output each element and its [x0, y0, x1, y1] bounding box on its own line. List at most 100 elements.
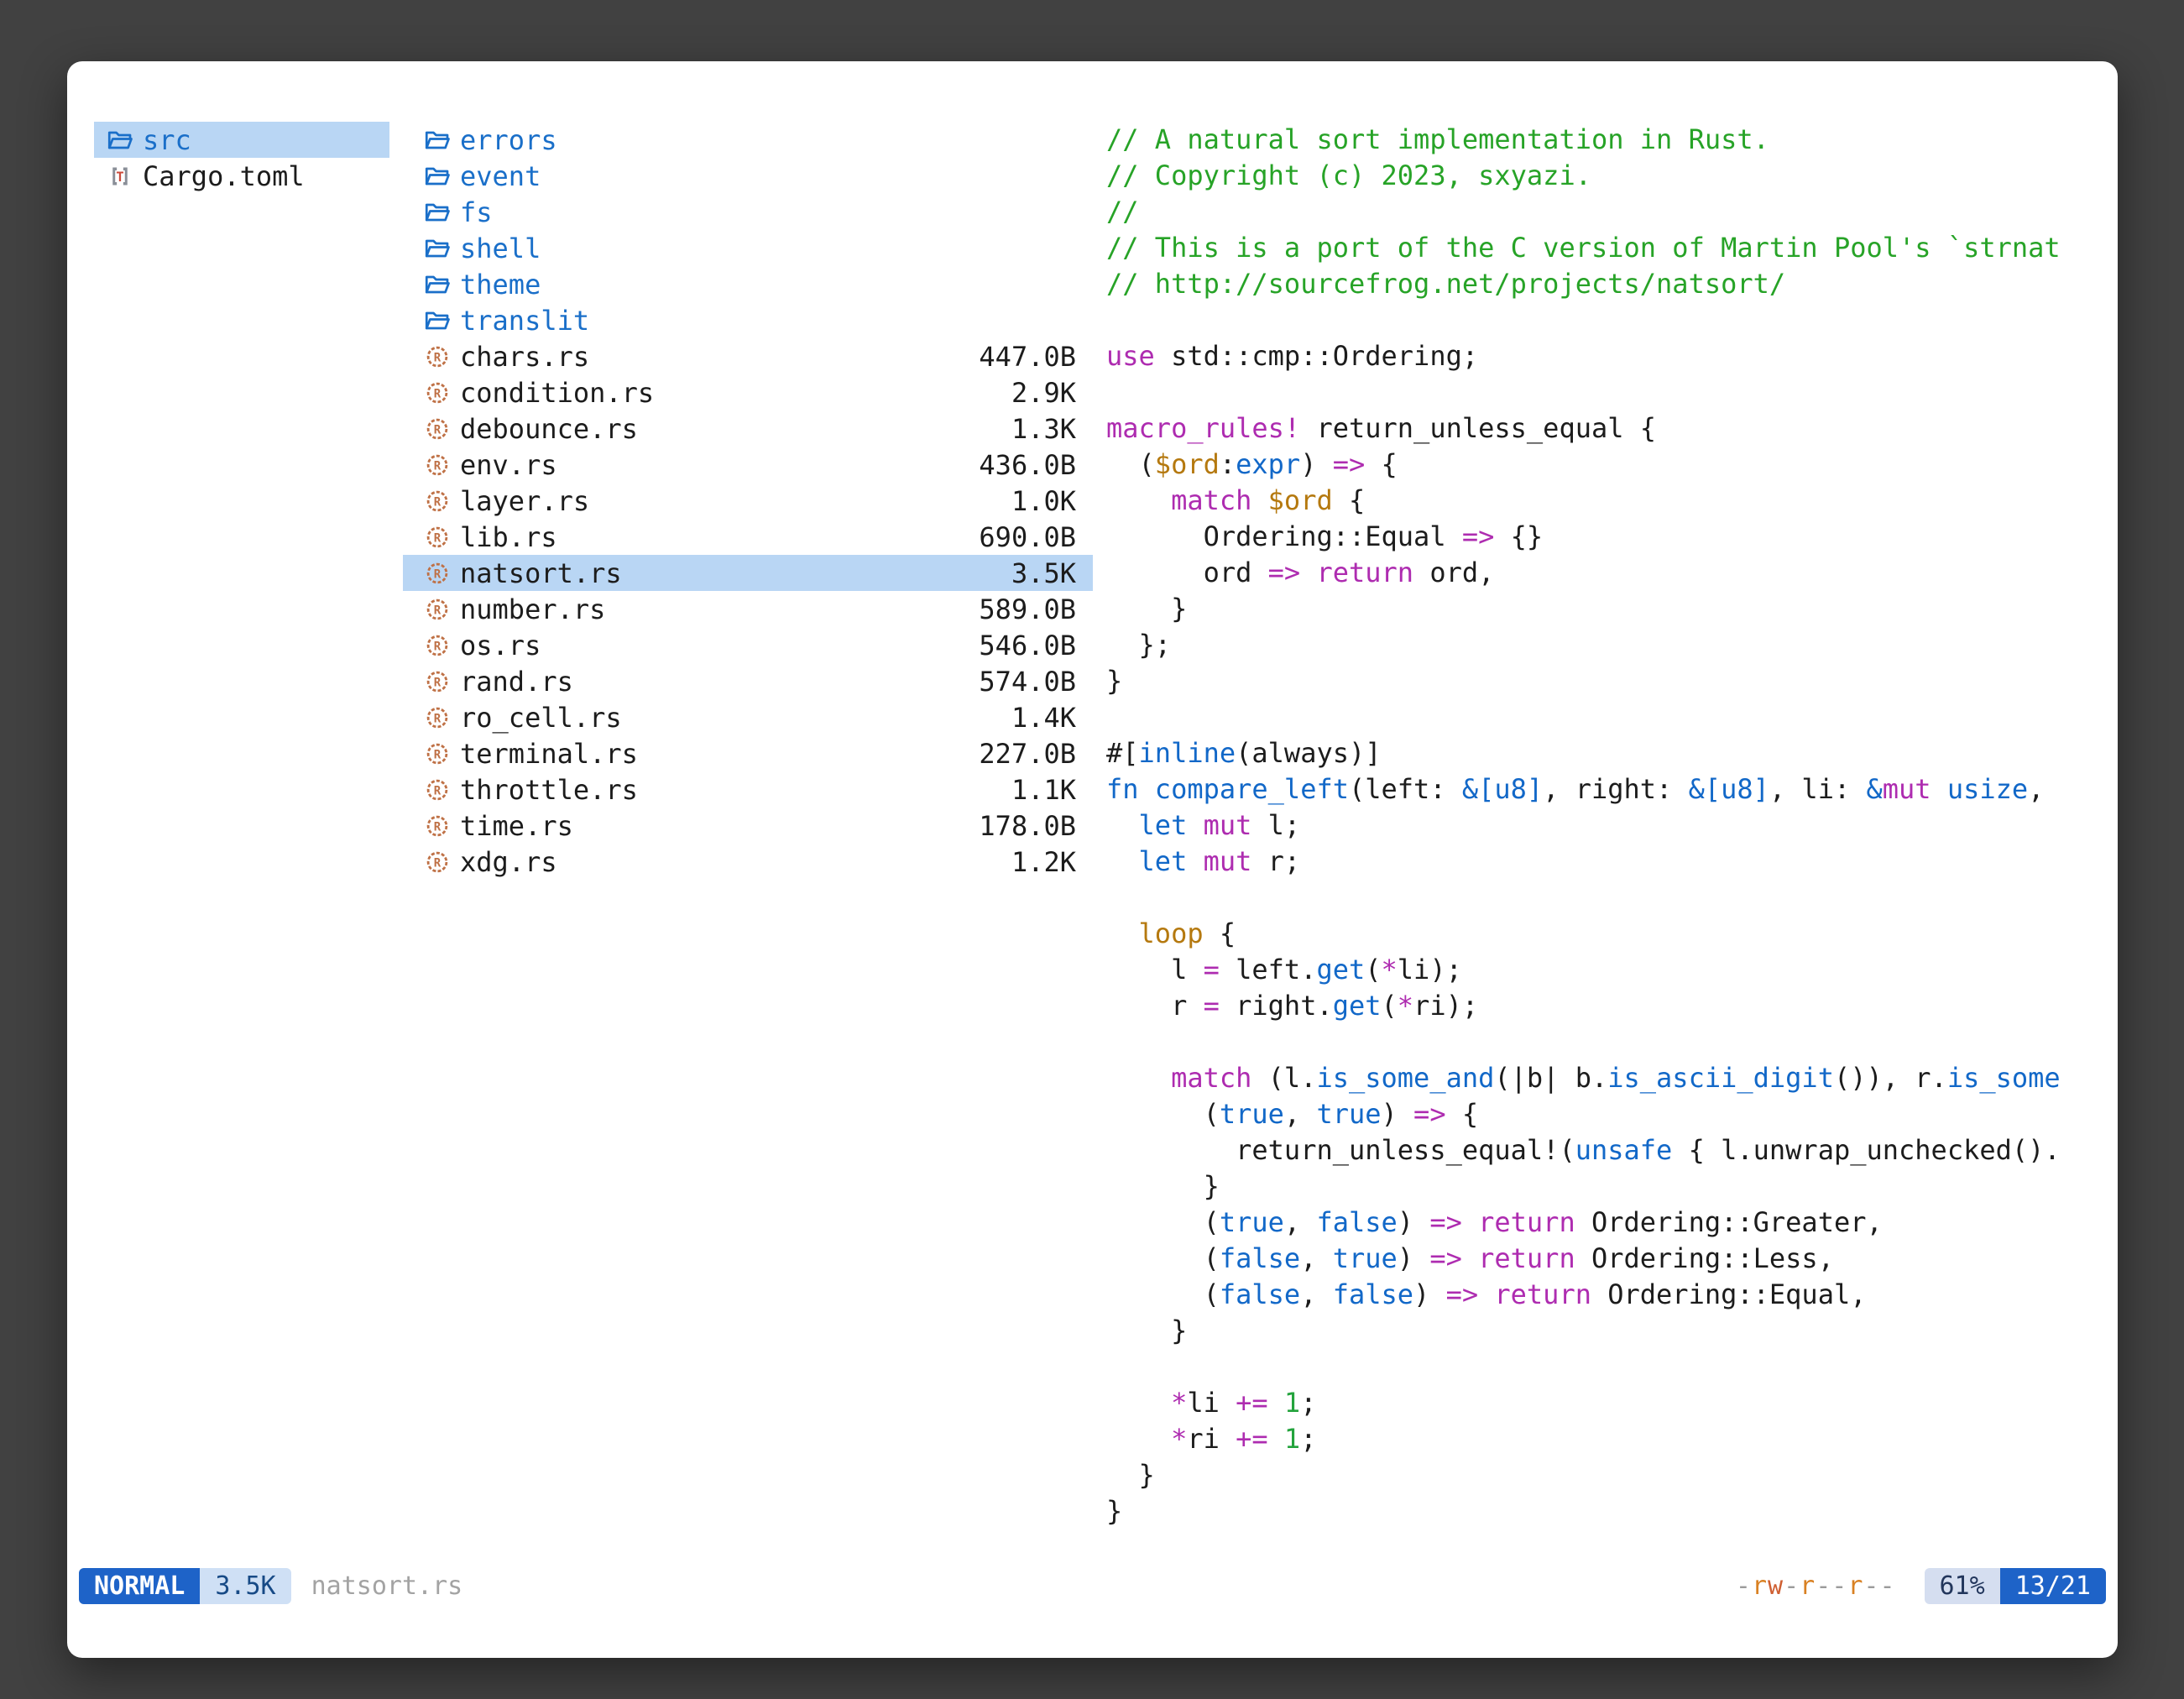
svg-text:T: T	[116, 168, 123, 184]
parent-directory-pane: src T Cargo.toml	[94, 122, 389, 194]
rust-icon: R	[425, 776, 452, 803]
file-row-theme[interactable]: theme	[403, 266, 1093, 302]
file-size: 436.0B	[979, 449, 1076, 481]
file-row-env.rs[interactable]: Renv.rs436.0B	[403, 447, 1093, 483]
code-line: // A natural sort implementation in Rust…	[1106, 122, 2093, 158]
code-line: #[inline(always)]	[1106, 735, 2093, 771]
toml-icon: T	[107, 163, 134, 190]
file-row-time.rs[interactable]: Rtime.rs 178.0B	[403, 808, 1093, 844]
code-line: use std::cmp::Ordering;	[1106, 338, 2093, 374]
file-name: rand.rs	[460, 666, 573, 698]
code-line: (true, true) => {	[1106, 1096, 2093, 1132]
file-size: 574.0B	[979, 666, 1076, 698]
code-line: ord => return ord,	[1106, 555, 2093, 591]
code-line: (false, false) => return Ordering::Equal…	[1106, 1277, 2093, 1313]
code-line: fn compare_left(left: &[u8], right: &[u8…	[1106, 771, 2093, 808]
file-name: event	[460, 160, 541, 192]
file-row-xdg.rs[interactable]: Rxdg.rs1.2K	[403, 844, 1093, 880]
file-permissions: -rw-r--r--	[1736, 1571, 1896, 1601]
file-row-translit[interactable]: translit	[403, 302, 1093, 338]
file-size: 546.0B	[979, 630, 1076, 661]
code-line: return_unless_equal!(unsafe { l.unwrap_u…	[1106, 1132, 2093, 1168]
file-row-lib.rs[interactable]: Rlib.rs690.0B	[403, 519, 1093, 555]
file-name: translit	[460, 305, 589, 337]
file-name: natsort.rs	[460, 557, 622, 589]
file-preview-pane: // A natural sort implementation in Rust…	[1106, 122, 2093, 1529]
file-size: 1.3K	[1011, 413, 1076, 445]
code-line: (true, false) => return Ordering::Greate…	[1106, 1205, 2093, 1241]
rust-icon: R	[425, 740, 452, 767]
code-line: }	[1106, 1457, 2093, 1493]
file-row-shell[interactable]: shell	[403, 230, 1093, 266]
file-name: terminal.rs	[460, 738, 638, 770]
code-line: }	[1106, 591, 2093, 627]
svg-text:R: R	[434, 604, 442, 617]
rust-icon: R	[425, 849, 452, 876]
file-row-terminal.rs[interactable]: Rterminal.rs227.0B	[403, 735, 1093, 771]
code-line: ($ord:expr) => {	[1106, 447, 2093, 483]
file-name: layer.rs	[460, 485, 589, 517]
file-name: xdg.rs	[460, 846, 557, 878]
file-row-errors[interactable]: errors	[403, 122, 1093, 158]
rust-icon: R	[425, 524, 452, 551]
file-row-src[interactable]: src	[94, 122, 389, 158]
file-name: time.rs	[460, 810, 573, 842]
folder-open-icon	[425, 271, 452, 298]
file-size: 1.4K	[1011, 702, 1076, 734]
folder-open-icon	[425, 199, 452, 226]
current-directory-pane: errorsevent fs shellthemetranslitRchars.rs…	[403, 122, 1093, 880]
rust-icon: R	[425, 668, 452, 695]
code-line	[1106, 699, 2093, 735]
file-name: condition.rs	[460, 377, 654, 409]
rust-icon: R	[425, 343, 452, 370]
code-line: Ordering::Equal => {}	[1106, 519, 2093, 555]
svg-text:R: R	[434, 712, 442, 725]
svg-text:R: R	[434, 531, 442, 545]
file-name: Cargo.toml	[143, 160, 305, 192]
file-name: fs	[460, 196, 493, 228]
file-row-chars.rs[interactable]: Rchars.rs447.0B	[403, 338, 1093, 374]
file-row-number.rs[interactable]: Rnumber.rs589.0B	[403, 591, 1093, 627]
rust-icon: R	[425, 379, 452, 406]
rust-icon: R	[425, 488, 452, 515]
svg-text:R: R	[434, 567, 442, 581]
code-line	[1106, 302, 2093, 338]
folder-open-icon	[425, 127, 452, 154]
code-line: }	[1106, 1313, 2093, 1349]
status-left: NORMAL 3.5K natsort.rs	[79, 1568, 462, 1604]
svg-text:R: R	[434, 676, 442, 689]
file-size: 690.0B	[979, 521, 1076, 553]
code-line: let mut l;	[1106, 808, 2093, 844]
file-size: 2.9K	[1011, 377, 1076, 409]
code-line: match (l.is_some_and(|b| b.is_ascii_digi…	[1106, 1060, 2093, 1096]
code-line: };	[1106, 627, 2093, 663]
code-line: l = left.get(*li);	[1106, 952, 2093, 988]
folder-open-icon	[425, 235, 452, 262]
file-row-layer.rs[interactable]: Rlayer.rs 1.0K	[403, 483, 1093, 519]
file-size: 447.0B	[979, 341, 1076, 373]
file-row-Cargo.toml[interactable]: T Cargo.toml	[94, 158, 389, 194]
code-line: }	[1106, 1168, 2093, 1205]
status-filename: natsort.rs	[311, 1571, 463, 1601]
file-size: 178.0B	[979, 810, 1076, 842]
file-row-os.rs[interactable]: Ros.rs546.0B	[403, 627, 1093, 663]
file-name: debounce.rs	[460, 413, 638, 445]
file-row-fs[interactable]: fs	[403, 194, 1093, 230]
svg-text:R: R	[434, 856, 442, 870]
file-row-debounce.rs[interactable]: Rdebounce.rs 1.3K	[403, 410, 1093, 447]
status-right: -rw-r--r-- 61% 13/21	[1736, 1568, 2106, 1604]
file-row-condition.rs[interactable]: Rcondition.rs 2.9K	[403, 374, 1093, 410]
file-size: 1.0K	[1011, 485, 1076, 517]
file-row-natsort.rs[interactable]: Rnatsort.rs3.5K	[403, 555, 1093, 591]
svg-text:R: R	[434, 640, 442, 653]
code-line: (false, true) => return Ordering::Less,	[1106, 1241, 2093, 1277]
file-row-rand.rs[interactable]: Rrand.rs 574.0B	[403, 663, 1093, 699]
file-name: shell	[460, 233, 541, 264]
folder-open-icon	[425, 307, 452, 334]
rust-icon: R	[425, 416, 452, 442]
file-row-event[interactable]: event	[403, 158, 1093, 194]
file-row-ro_cell.rs[interactable]: Rro_cell.rs1.4K	[403, 699, 1093, 735]
code-line: // http://sourcefrog.net/projects/natsor…	[1106, 266, 2093, 302]
rust-icon: R	[425, 813, 452, 839]
file-row-throttle.rs[interactable]: Rthrottle.rs1.1K	[403, 771, 1093, 808]
